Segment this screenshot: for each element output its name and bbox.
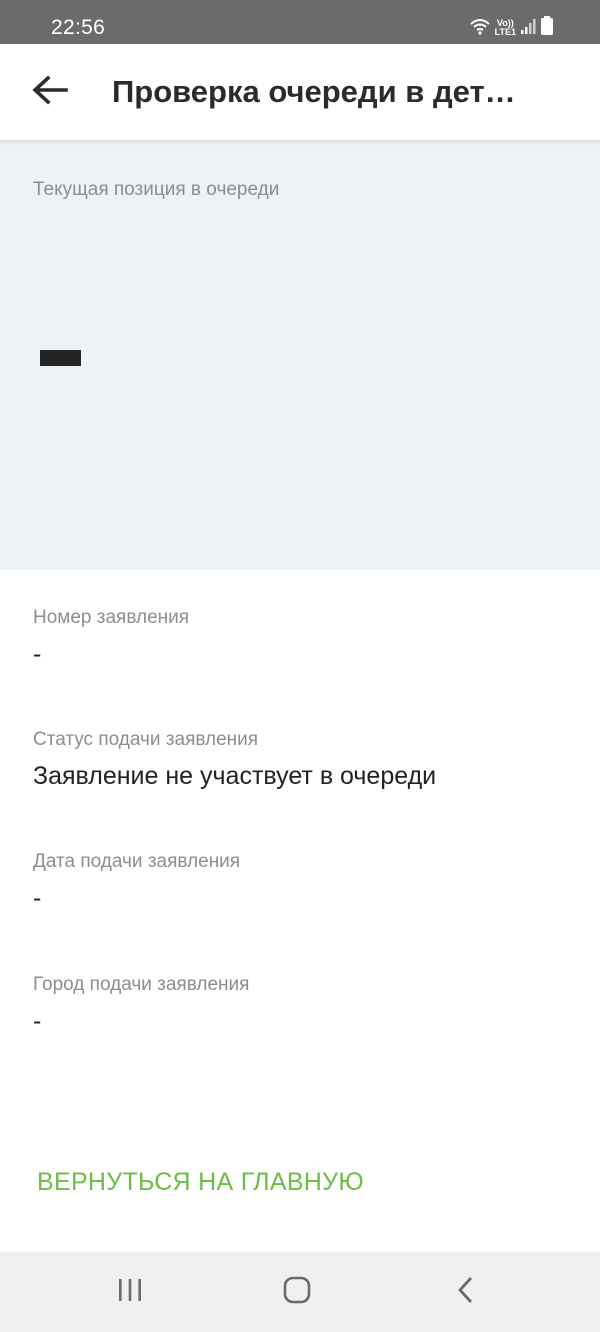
recent-apps-button[interactable] <box>100 1272 160 1312</box>
queue-position-label: Текущая позиция в очереди <box>33 179 280 200</box>
back-button[interactable] <box>26 68 74 116</box>
back-icon <box>456 1275 476 1310</box>
application-city-field: Город подачи заявления - <box>33 973 573 1037</box>
page-title: Проверка очереди в дет… <box>112 74 516 109</box>
field-value: - <box>33 884 42 912</box>
home-icon <box>282 1275 312 1310</box>
signal-icon <box>520 17 536 40</box>
recent-apps-icon <box>116 1277 144 1308</box>
field-label: Статус подачи заявления <box>33 729 259 750</box>
field-label: Дата подачи заявления <box>33 851 241 872</box>
status-time: 22:56 <box>51 16 106 39</box>
field-value: - <box>33 1007 42 1035</box>
field-label: Номер заявления <box>33 607 190 628</box>
field-value: Заявление не участвует в очереди <box>33 762 437 790</box>
app-bar: Проверка очереди в дет… <box>0 44 600 140</box>
home-nav-button[interactable] <box>267 1272 327 1312</box>
queue-position-panel: Текущая позиция в очереди <box>0 140 600 570</box>
application-number-field: Номер заявления - <box>33 606 573 670</box>
wifi-icon <box>469 17 491 40</box>
arrow-left-icon <box>32 74 68 110</box>
lte-badge: Vo)) LTE1 <box>494 18 516 37</box>
queue-position-value <box>40 350 81 366</box>
return-home-button[interactable]: ВЕРНУТЬСЯ НА ГЛАВНУЮ <box>37 1166 364 1198</box>
status-icons: Vo)) LTE1 <box>469 15 554 41</box>
application-date-field: Дата подачи заявления - <box>33 850 573 914</box>
status-bar: 22:56 Vo)) LTE1 <box>0 0 600 44</box>
field-value: - <box>33 640 42 668</box>
battery-icon <box>540 15 554 41</box>
field-label: Город подачи заявления <box>33 974 250 995</box>
back-nav-button[interactable] <box>436 1272 496 1312</box>
system-nav-bar <box>0 1252 600 1332</box>
application-status-field: Статус подачи заявления Заявление не уча… <box>33 728 573 792</box>
